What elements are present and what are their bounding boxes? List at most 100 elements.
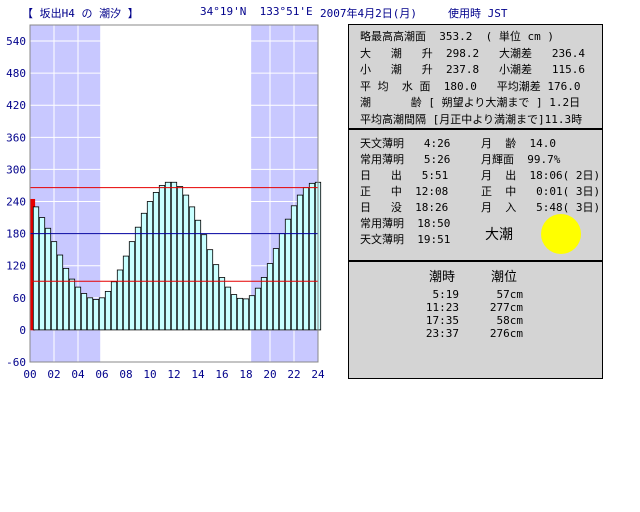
sun-moon-panel: 大潮 天文薄明 4:26 常用薄明 5:26 日 出 5:51 正 中 12:08 日 … [348,129,603,261]
tide-level-header: 潮位 [491,270,518,285]
tide-bar [284,218,292,331]
tide-bar [254,287,262,331]
tide-bar [236,297,244,331]
x-tick-label: 20 [263,368,276,381]
sun-event-row: 日 没 18:26 [360,201,449,214]
constant-row: 略最高高潮面 353.2 ( 単位 cm ) [360,30,554,43]
tide-bar [230,294,238,331]
y-tick-label: 540 [6,35,26,48]
tide-bar [50,241,58,331]
tide-level: 57cm [496,288,524,301]
moon-phase-icon [541,214,581,254]
tide-bar [272,248,280,331]
sun-event-row: 常用薄明 5:26 [360,153,451,166]
constant-row: 潮 齢 [ 朔望より大潮まで ] 1.2日 [360,96,581,109]
y-tick-label: 60 [13,292,26,305]
tide-bar [68,278,76,331]
tide-bar [92,299,100,331]
moon-event-row: 月 出 18:06( 2日) [481,169,601,182]
y-tick-label: 120 [6,260,26,273]
tide-bar [122,255,130,331]
high-low-tide-panel: 潮時 潮位 5:19 57cm 11:23 277cm 17:35 58cm 23:37 27… [348,261,603,379]
sun-event-row: 常用薄明 18:50 [360,217,451,230]
tide-bar [32,206,40,331]
y-tick-label: 0 [19,324,26,337]
tide-chart: -6006012018024030036042048054000 02 04 06 08… [6,24,325,381]
moon-event-row: 月 齢 14.0 [481,137,556,150]
tide-constants-panel: 略最高高潮面 353.2 ( 単位 cm ) 大 潮 升 298.2 大潮差 23… [348,24,603,129]
tide-bar [74,286,82,331]
constant-row: 平 均 水 面 180.0 平均潮差 176.0 [360,79,581,93]
constant-row: 大 潮 升 298.2 大潮差 236.4 [360,46,585,60]
tide-bar [128,241,136,331]
sun-event-row: 天文薄明 19:51 [360,233,451,246]
moon-event-row: 正 中 0:01( 3日) [481,185,601,198]
tide-level: 276cm [489,327,523,340]
x-tick-label: 04 [71,368,85,381]
tide-bar [140,212,148,331]
moon-event-row: 月 入 5:48( 3日) [481,201,601,214]
y-tick-label: 480 [6,67,26,80]
tide-bar [62,267,70,331]
tide-bar [38,217,46,331]
tide-time: 23:37 [425,327,459,340]
tide-bar [44,227,52,331]
sun-event-row: 天文薄明 4:26 [360,137,451,150]
tide-level: 58cm [496,314,524,327]
sun-event-row: 正 中 12:08 [360,185,449,198]
y-tick-label: 300 [6,163,26,176]
tide-bar [200,234,208,331]
tide-bar [260,277,268,331]
tide-bar [194,219,202,331]
x-tick-label: 18 [239,368,252,381]
tide-bar [110,281,118,331]
x-tick-label: 16 [215,368,228,381]
tide-bar [182,194,190,331]
tide-bar [224,286,232,331]
tide-bar [218,277,226,331]
tide-time: 11:23 [425,301,459,314]
tide-bar [152,192,160,331]
tide-bar [170,181,178,331]
tide-time: 17:35 [425,314,459,327]
tide-bar [86,297,94,331]
x-tick-label: 22 [287,368,300,381]
sun-event-row: 日 出 5:51 [360,169,449,182]
x-tick-label: 14 [191,368,205,381]
tide-bar [242,298,250,331]
tide-bar [290,205,298,331]
tide-bar [80,293,88,331]
moon-event-row: 月輝面 99.7% [481,153,561,166]
tide-bar [296,194,304,331]
tide-bar [248,295,256,331]
timezone: 使用時 JST [448,7,508,20]
constant-row: 小 潮 升 237.8 小潮差 115.6 [360,63,585,76]
x-tick-label: 08 [119,368,132,381]
tide-bar [206,249,214,331]
x-tick-label: 12 [167,368,180,381]
x-tick-label: 10 [143,368,156,381]
tide-bar [278,233,286,331]
tide-bar [98,297,106,331]
tide-bar [188,206,196,331]
tide-bar [164,181,172,331]
tide-bar [308,182,316,331]
y-tick-label: 240 [6,196,26,209]
tide-bar [116,269,124,331]
tide-bar [104,290,112,331]
tide-bar [56,254,64,331]
tide-bar [158,185,166,331]
x-tick-label: 02 [47,368,60,381]
tide-type-label: 大潮 [485,227,513,243]
y-tick-label: 180 [6,228,26,241]
tide-level: 277cm [489,301,523,314]
x-tick-label: 24 [311,368,325,381]
tide-bar [212,264,220,331]
constant-row: 平均高潮間隔 [月正中より満潮まで]11.3時 [360,112,583,126]
tide-time-header: 潮時 [429,270,456,285]
tide-bar [266,263,274,331]
tide-bar [302,187,310,331]
tide-bar [176,186,184,331]
tide-bar [134,226,142,331]
x-tick-label: 06 [95,368,108,381]
